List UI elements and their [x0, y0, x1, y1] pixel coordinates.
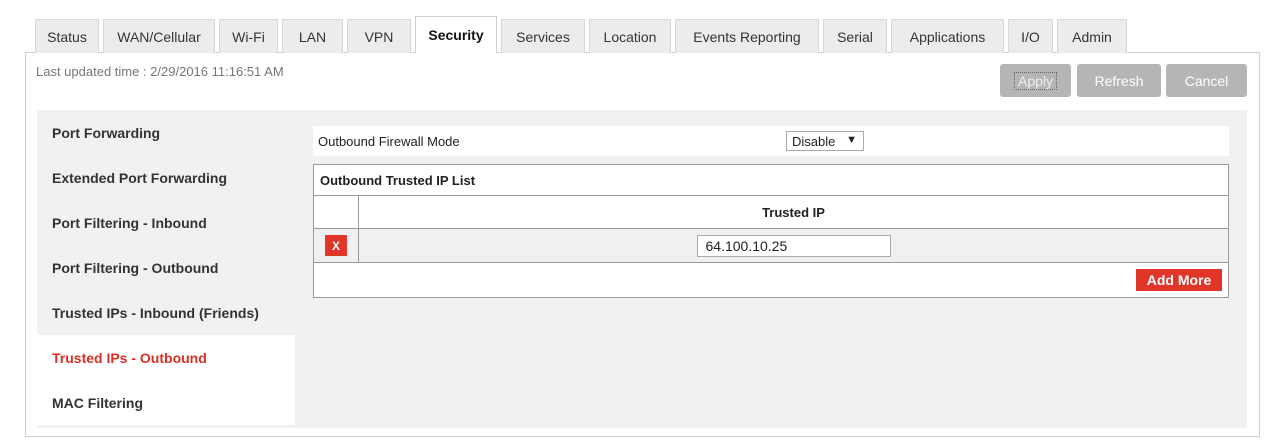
sidebar-item-extended-port-forwarding[interactable]: Extended Port Forwarding — [37, 155, 295, 200]
chevron-down-icon: ▼ — [846, 134, 857, 146]
tab-serial[interactable]: Serial — [823, 19, 887, 53]
sidebar-item-port-filtering-inbound[interactable]: Port Filtering - Inbound — [37, 200, 295, 245]
firewall-mode-select[interactable]: Disable ▼ — [786, 131, 864, 151]
firewall-mode-label: Outbound Firewall Mode — [318, 133, 460, 149]
delete-cell: X — [314, 229, 359, 262]
tab-lan[interactable]: LAN — [282, 19, 343, 53]
cancel-button[interactable]: Cancel — [1166, 64, 1247, 97]
sidebar-item-mac-filtering[interactable]: MAC Filtering — [37, 380, 295, 425]
delete-row-button[interactable]: X — [325, 235, 347, 256]
ip-cell: 64.100.10.25 — [359, 229, 1228, 262]
tab-applications[interactable]: Applications — [891, 19, 1004, 53]
apply-button[interactable]: Apply — [1000, 64, 1071, 97]
sidebar: Port Forwarding Extended Port Forwarding… — [37, 110, 295, 425]
column-header-trusted-ip: Trusted IP — [762, 204, 825, 220]
main-content: Outbound Firewall Mode Disable ▼ Outboun… — [313, 126, 1229, 298]
table-header-row: Trusted IP — [314, 196, 1228, 229]
header-empty-cell — [314, 196, 359, 228]
table-row: X 64.100.10.25 — [314, 229, 1228, 263]
tab-services[interactable]: Services — [501, 19, 585, 53]
sidebar-item-trusted-ips-outbound[interactable]: Trusted IPs - Outbound — [37, 335, 295, 380]
last-updated-text: Last updated time : 2/29/2016 11:16:51 A… — [36, 64, 284, 79]
tab-io[interactable]: I/O — [1008, 19, 1053, 53]
trusted-ip-table: Outbound Trusted IP List Trusted IP X 64… — [313, 164, 1229, 298]
sidebar-item-trusted-ips-inbound[interactable]: Trusted IPs - Inbound (Friends) — [37, 290, 295, 335]
trusted-ip-input[interactable]: 64.100.10.25 — [696, 234, 891, 257]
apply-button-label: Apply — [1013, 71, 1058, 90]
sidebar-item-port-forwarding[interactable]: Port Forwarding — [37, 110, 295, 155]
main-tab-bar: Status WAN/Cellular Wi-Fi LAN VPN Securi… — [35, 16, 1131, 53]
add-more-button[interactable]: Add More — [1136, 269, 1222, 291]
refresh-button[interactable]: Refresh — [1077, 64, 1161, 97]
tab-wi-fi[interactable]: Wi-Fi — [219, 19, 278, 53]
tab-wan-cellular[interactable]: WAN/Cellular — [103, 19, 215, 53]
firewall-mode-row: Outbound Firewall Mode Disable ▼ — [313, 126, 1229, 156]
sidebar-item-port-filtering-outbound[interactable]: Port Filtering - Outbound — [37, 245, 295, 290]
tab-location[interactable]: Location — [589, 19, 671, 53]
tab-admin[interactable]: Admin — [1057, 19, 1127, 53]
tab-security[interactable]: Security — [415, 16, 497, 53]
tab-vpn[interactable]: VPN — [347, 19, 411, 53]
table-title: Outbound Trusted IP List — [314, 165, 1228, 196]
firewall-mode-value: Disable — [792, 133, 836, 149]
tab-events-reporting[interactable]: Events Reporting — [675, 19, 819, 53]
tab-status[interactable]: Status — [35, 19, 99, 53]
table-footer-row: Add More — [314, 263, 1228, 297]
